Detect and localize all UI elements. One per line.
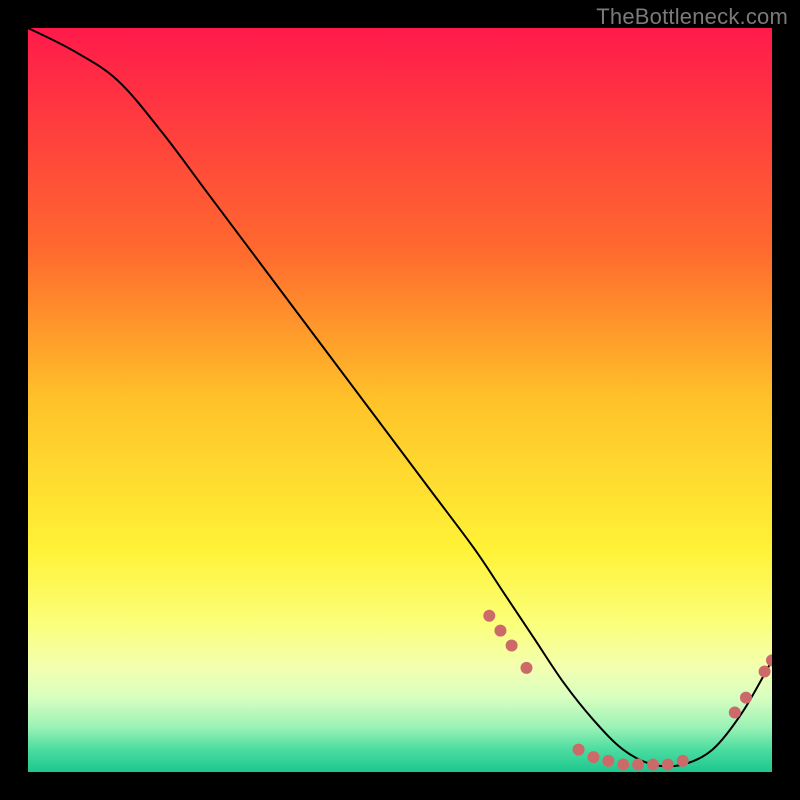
chart-container: TheBottleneck.com <box>0 0 800 800</box>
bottleneck-curve <box>28 28 772 766</box>
data-marker <box>729 706 741 718</box>
data-markers <box>483 610 772 771</box>
data-marker <box>647 759 659 771</box>
data-marker <box>506 640 518 652</box>
data-marker <box>520 662 532 674</box>
data-marker <box>766 654 772 666</box>
watermark-text: TheBottleneck.com <box>596 4 788 30</box>
data-marker <box>759 666 771 678</box>
curve-layer <box>28 28 772 772</box>
data-marker <box>587 751 599 763</box>
data-marker <box>632 759 644 771</box>
data-marker <box>617 759 629 771</box>
plot-area <box>28 28 772 772</box>
data-marker <box>573 744 585 756</box>
data-marker <box>602 755 614 767</box>
data-marker <box>494 625 506 637</box>
data-marker <box>677 755 689 767</box>
data-marker <box>662 759 674 771</box>
data-marker <box>740 692 752 704</box>
data-marker <box>483 610 495 622</box>
